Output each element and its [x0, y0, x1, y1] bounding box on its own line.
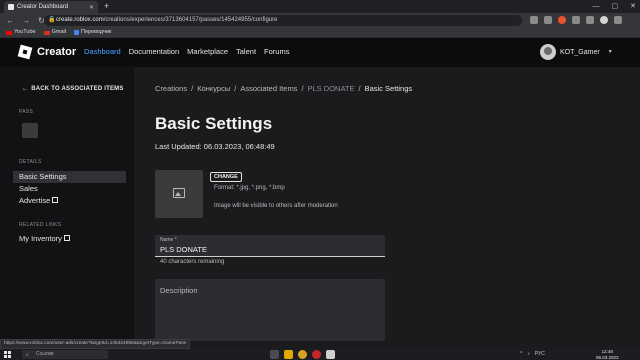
sidebar-item-sales[interactable]: Sales: [13, 183, 126, 195]
roblox-app-icon[interactable]: [326, 350, 335, 359]
volume-icon[interactable]: ♪: [527, 350, 530, 359]
breadcrumb-experience[interactable]: Конкурсы: [197, 84, 230, 93]
nav-talent[interactable]: Talent: [236, 45, 256, 59]
breadcrumb-creations[interactable]: Creations: [155, 84, 187, 93]
breadcrumb-pass[interactable]: PLS DONATE: [308, 84, 355, 93]
bookmark-translate[interactable]: Переводчик: [74, 28, 111, 37]
sidebar-item-basic-settings[interactable]: Basic Settings: [13, 171, 126, 183]
description-field[interactable]: Description: [155, 279, 385, 341]
share-icon[interactable]: [530, 16, 538, 24]
maximize-icon[interactable]: ▢: [612, 0, 619, 13]
browser-tab-bar: Creator Dashboard ✕ + — ▢ ✕: [0, 0, 640, 13]
taskbar-clock[interactable]: 12:48 06.03.2023: [596, 349, 619, 360]
file-explorer-icon[interactable]: [284, 350, 293, 359]
name-field[interactable]: Name * PLS DONATE: [155, 235, 385, 257]
nav-documentation[interactable]: Documentation: [129, 45, 179, 59]
windows-start-icon[interactable]: [4, 351, 11, 358]
taskbar-apps: [270, 350, 335, 359]
recorder-icon[interactable]: [312, 350, 321, 359]
new-tab-button[interactable]: +: [104, 1, 109, 12]
external-link-icon: [63, 235, 70, 242]
bookmark-youtube[interactable]: YouTube: [6, 28, 36, 37]
nav-dashboard[interactable]: Dashboard: [84, 45, 121, 59]
breadcrumb-current: Basic Settings: [364, 84, 413, 93]
language-indicator[interactable]: РУС: [535, 350, 545, 359]
puzzle-icon[interactable]: [572, 16, 580, 24]
url-path: /creations/experiences/3713604157/passes…: [103, 17, 278, 23]
name-field-label: Name *: [160, 237, 177, 243]
browser-tab[interactable]: Creator Dashboard ✕: [4, 1, 98, 13]
windows-taskbar: ⌕ Ссылки ^ ♪ РУС 12:48 06.03.2023: [0, 349, 640, 360]
brand-label[interactable]: Creator: [37, 44, 76, 60]
sidebar-item-advertise[interactable]: Advertise: [13, 195, 126, 207]
image-icon: [173, 188, 185, 198]
profile-icon[interactable]: [600, 16, 608, 24]
roblox-favicon-icon: [8, 4, 14, 10]
gmail-icon: [43, 30, 50, 35]
related-links-label: RELATED LINKS: [19, 222, 62, 228]
search-icon: ⌕: [26, 352, 29, 358]
description-placeholder: Description: [160, 286, 198, 295]
window-controls: — ▢ ✕: [593, 0, 637, 13]
back-arrow-icon[interactable]: ←: [6, 13, 14, 28]
lock-icon: 🔒: [48, 17, 56, 23]
creator-top-nav: Creator Dashboard Documentation Marketpl…: [0, 38, 640, 67]
tab-title: Creator Dashboard: [17, 4, 69, 10]
breadcrumb-associated-items[interactable]: Associated Items: [240, 84, 297, 93]
chevron-down-icon: ▼: [607, 49, 613, 55]
bookmarks-bar: YouTube Gmail Переводчик: [0, 28, 640, 38]
breadcrumb: Creations / Конкурсы / Associated Items / P…: [155, 84, 413, 93]
main-nav: Dashboard Documentation Marketplace Tale…: [84, 45, 289, 59]
extension-icons: [530, 16, 622, 24]
last-updated-text: Last Updated: 06.03.2023, 06:48:49: [155, 142, 275, 151]
avatar: [540, 44, 556, 60]
forward-arrow-icon[interactable]: →: [22, 13, 30, 28]
bookmark-star-icon[interactable]: [544, 16, 552, 24]
youtube-icon: [6, 30, 12, 35]
translate-icon: [74, 30, 79, 35]
name-char-counter: 40 characters remaining: [160, 259, 225, 265]
name-field-value: PLS DONATE: [160, 245, 207, 254]
pass-thumbnail: [22, 123, 38, 138]
link-hover-status: https://www.roblox.com/user-ads/create?t…: [0, 339, 191, 349]
nav-buttons: ← → ↻: [6, 13, 45, 28]
moderation-hint: Image will be visible to others after mo…: [214, 203, 338, 209]
minimize-icon[interactable]: —: [593, 0, 600, 13]
details-section-label: DETAILS: [19, 159, 42, 165]
back-to-associated-items-link[interactable]: ← BACK TO ASSOCIATED ITEMS: [22, 86, 124, 92]
back-label: BACK TO ASSOCIATED ITEMS: [31, 86, 124, 92]
change-image-button[interactable]: CHANGE: [210, 172, 242, 182]
close-window-icon[interactable]: ✕: [630, 0, 636, 13]
username: KOT_Gamer: [560, 48, 600, 56]
clock-date: 06.03.2023: [596, 354, 619, 360]
external-link-icon: [52, 197, 59, 204]
user-menu[interactable]: KOT_Gamer ▼: [540, 44, 613, 60]
url-input[interactable]: 🔒 create.roblox.com/creations/experience…: [44, 15, 522, 26]
chrome-icon[interactable]: [298, 350, 307, 359]
sidebar-toggle-icon[interactable]: [586, 16, 594, 24]
taskbar-search[interactable]: ⌕ Ссылки: [22, 350, 108, 359]
pass-image-placeholder[interactable]: [155, 170, 203, 218]
format-hint: Format: *.jpg, *.png, *.bmp: [214, 185, 285, 191]
sidebar-item-my-inventory[interactable]: My Inventory: [13, 233, 126, 245]
sidebar: ← BACK TO ASSOCIATED ITEMS PASS DETAILS …: [0, 67, 134, 349]
nav-forums[interactable]: Forums: [264, 45, 289, 59]
task-view-icon[interactable]: [270, 350, 279, 359]
extension-icon[interactable]: [558, 16, 566, 24]
url-host: create.roblox.com: [56, 17, 104, 23]
address-toolbar: ← → ↻ 🔒 create.roblox.com/creations/expe…: [0, 13, 640, 28]
roblox-logo-icon[interactable]: [17, 44, 33, 60]
page-title: Basic Settings: [155, 114, 273, 133]
pass-section-label: PASS: [19, 109, 34, 115]
close-tab-icon[interactable]: ✕: [89, 4, 94, 11]
nav-marketplace[interactable]: Marketplace: [187, 45, 228, 59]
bookmark-gmail[interactable]: Gmail: [43, 28, 66, 37]
tray-chevron-icon[interactable]: ^: [520, 350, 522, 359]
arrow-left-icon: ←: [22, 86, 29, 92]
menu-dots-icon[interactable]: [614, 16, 622, 24]
system-tray: ^ ♪ РУС: [520, 350, 545, 359]
